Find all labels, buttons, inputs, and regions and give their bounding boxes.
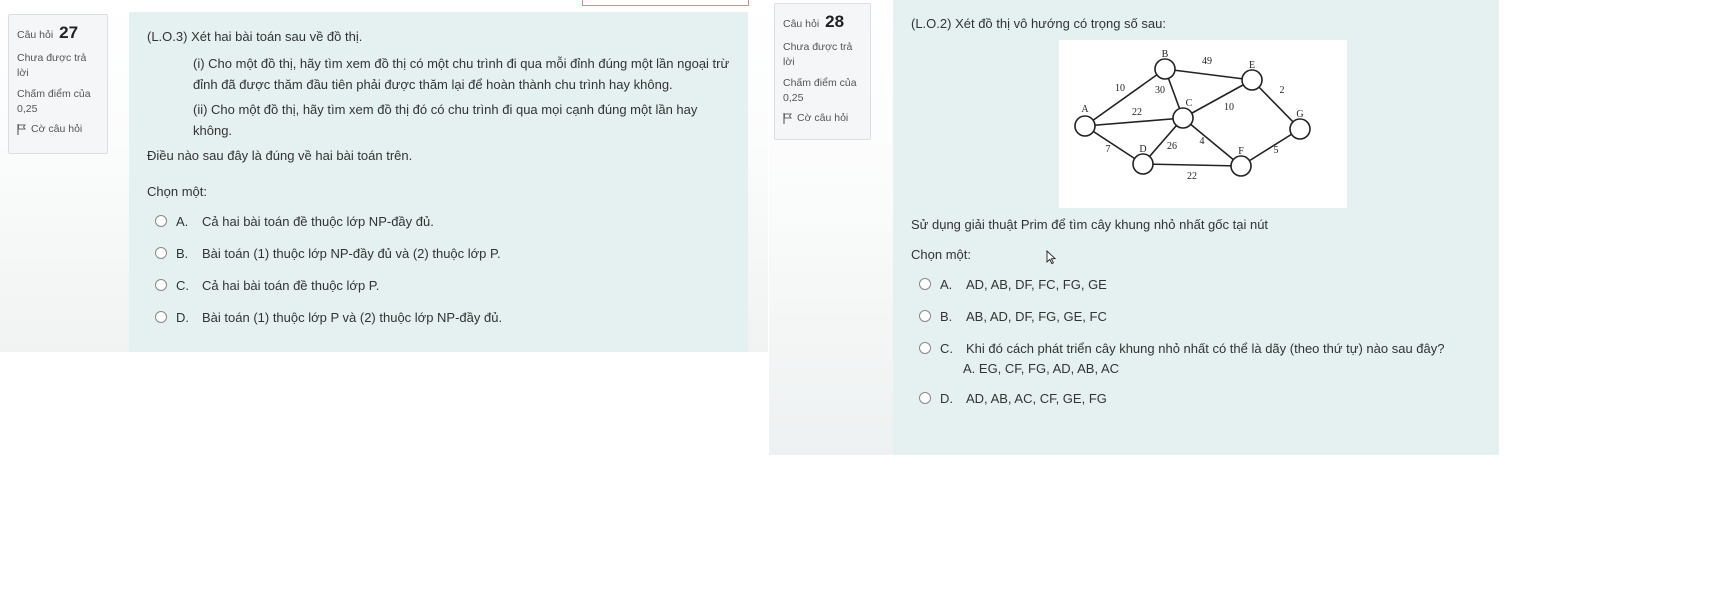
- answer-option-b[interactable]: B. Bài toán (1) thuộc lớp NP-đầy đủ và (…: [147, 237, 730, 269]
- edge-weight-EG: 2: [1280, 85, 1285, 96]
- question-number: 27: [59, 23, 79, 42]
- option-letter: D.: [176, 309, 189, 325]
- edge-weight-BE: 49: [1202, 56, 1212, 67]
- node-label-G: G: [1296, 109, 1303, 120]
- weighted-graph: 1022730491026 42225ABCDEFG: [1074, 49, 1311, 182]
- answer-option-b[interactable]: B. AB, AD, DF, FG, GE, FC: [911, 300, 1482, 332]
- graph-node-B: [1154, 58, 1176, 80]
- edge-weight-AB: 10: [1115, 83, 1125, 94]
- choose-one-label: Chọn một:: [911, 247, 971, 262]
- question-info-27: Câu hỏi 27 Chưa được trả lời Chấm điểm c…: [8, 14, 108, 154]
- option-letter: A.: [176, 213, 189, 229]
- edge-weight-FG: 5: [1274, 145, 1279, 156]
- radio-button[interactable]: [155, 311, 167, 323]
- question-text: Điều nào sau đây là đúng về hai bài toán…: [147, 148, 413, 163]
- edge-weight-BC: 30: [1155, 85, 1165, 96]
- graph-node-C: [1172, 107, 1194, 129]
- choose-one-label: Chọn một:: [147, 184, 207, 199]
- edge-weight-AC: 22: [1132, 107, 1142, 118]
- option-text: Bài toán (1) thuộc lớp NP-đầy đủ và (2) …: [202, 245, 501, 261]
- question-title: (L.O.3) Xét hai bài toán sau về đồ thị.: [147, 29, 363, 44]
- option-letter: D.: [940, 390, 953, 406]
- graph-figure: 10 22 7 30 49 10 26 4 22 2 5 A B C D E F G: [1059, 40, 1347, 208]
- problem-item-1: (i) Cho một đồ thị, hãy tìm xem đồ thị c…: [193, 56, 730, 92]
- answer-option-a[interactable]: A. Cả hai bài toán đề thuộc lớp NP-đầy đ…: [147, 205, 730, 237]
- question-28-panel: Câu hỏi 28 Chưa được trả lời Chấm điểm c…: [769, 0, 1499, 455]
- question-number-row: Câu hỏi 27: [17, 23, 99, 43]
- question-points: Chấm điểm của 0,25: [783, 77, 857, 104]
- question-info-28: Câu hỏi 28 Chưa được trả lời Chấm điểm c…: [774, 3, 871, 140]
- problem-item-2: (ii) Cho một đồ thị, hãy tìm xem đồ thị …: [193, 102, 698, 138]
- option-text: AB, AD, DF, FG, GE, FC: [966, 308, 1107, 324]
- question-title: (L.O.2) Xét đồ thị vô hướng có trọng số …: [911, 16, 1166, 31]
- option-text: Bài toán (1) thuộc lớp P và (2) thuộc lớ…: [202, 309, 503, 325]
- question-label: Câu hỏi: [783, 18, 820, 30]
- graph-node-A: [1074, 115, 1096, 137]
- mouse-cursor-icon: [1046, 250, 1056, 265]
- radio-button[interactable]: [919, 392, 931, 404]
- graph-node-D: [1132, 153, 1154, 175]
- option-letter: C.: [176, 277, 189, 293]
- graph-edge-CF: [1182, 117, 1242, 167]
- answer-option-c[interactable]: C. Cả hai bài toán đề thuộc lớp P.: [147, 269, 730, 301]
- node-label-E: E: [1249, 60, 1255, 71]
- graph-node-F: [1230, 155, 1252, 177]
- option-text: AD, AB, AC, CF, GE, FG: [966, 390, 1107, 406]
- question-points: Chấm điểm của 0,25: [17, 88, 91, 115]
- answer-status: Chưa được trả lời: [783, 41, 853, 68]
- radio-button[interactable]: [919, 342, 931, 354]
- answer-option-d[interactable]: D. Bài toán (1) thuộc lớp P và (2) thuộc…: [147, 301, 730, 333]
- flag-question-link[interactable]: Cờ câu hỏi: [783, 112, 862, 124]
- flag-icon: [17, 123, 26, 135]
- graph-node-E: [1241, 69, 1263, 91]
- node-label-C: C: [1186, 98, 1193, 109]
- flag-icon: [783, 112, 792, 124]
- radio-button[interactable]: [919, 278, 931, 290]
- answer-status: Chưa được trả lời: [17, 52, 87, 79]
- radio-button[interactable]: [155, 215, 167, 227]
- question-number-row: Câu hỏi 28: [783, 12, 862, 32]
- option-text: Khi đó cách phát triển cây khung nhỏ nhấ…: [966, 340, 1445, 356]
- edge-weight-CE: 10: [1224, 102, 1234, 113]
- option-letter: A.: [940, 276, 953, 292]
- question-label: Câu hỏi: [17, 29, 54, 41]
- question-text: Sử dụng giải thuật Prim để tìm cây khung…: [911, 217, 1269, 232]
- question-content-27: (L.O.3) Xét hai bài toán sau về đồ thị. …: [129, 12, 748, 352]
- option-text: Cả hai bài toán đề thuộc lớp NP-đầy đủ.: [202, 213, 434, 229]
- radio-button[interactable]: [919, 310, 931, 322]
- question-number: 28: [825, 12, 845, 31]
- node-label-F: F: [1238, 146, 1244, 157]
- radio-button[interactable]: [155, 247, 167, 259]
- option-text: Cả hai bài toán đề thuộc lớp P.: [202, 277, 380, 293]
- graph-edge-AC: [1084, 117, 1184, 127]
- question-content-28: (L.O.2) Xét đồ thị vô hướng có trọng số …: [893, 0, 1499, 455]
- answer-option-a[interactable]: A. AD, AB, DF, FC, FG, GE: [911, 268, 1482, 300]
- edge-weight-AD: 7: [1106, 144, 1111, 155]
- option-letter: C.: [940, 340, 953, 356]
- edge-weight-CF: 4: [1200, 136, 1205, 147]
- graph-node-G: [1289, 118, 1311, 140]
- node-label-D: D: [1139, 144, 1146, 155]
- flag-question-label: Cờ câu hỏi: [31, 123, 83, 135]
- option-c-subtext: A. EG, CF, FG, AD, AB, AC: [963, 361, 1120, 376]
- radio-button[interactable]: [155, 279, 167, 291]
- question-27-panel: Câu hỏi 27 Chưa được trả lời Chấm điểm c…: [0, 0, 768, 352]
- answer-option-d[interactable]: D. AD, AB, AC, CF, GE, FG: [911, 382, 1482, 414]
- flag-question-label: Cờ câu hỏi: [797, 112, 849, 124]
- option-letter: B.: [176, 245, 189, 261]
- graph-edge-DF: [1142, 163, 1242, 167]
- option-letter: B.: [940, 308, 953, 324]
- top-outlined-box: [582, 0, 749, 6]
- edge-weight-CD: 26: [1167, 141, 1177, 152]
- flag-question-link[interactable]: Cờ câu hỏi: [17, 123, 99, 135]
- edge-weight-DF: 22: [1187, 171, 1197, 182]
- node-label-B: B: [1162, 49, 1169, 60]
- graph-edge-AB: [1084, 68, 1166, 127]
- option-text: AD, AB, DF, FC, FG, GE: [966, 276, 1107, 292]
- graph-edge-CE: [1182, 79, 1253, 119]
- graph-edge-BE: [1164, 68, 1253, 81]
- node-label-A: A: [1081, 104, 1089, 115]
